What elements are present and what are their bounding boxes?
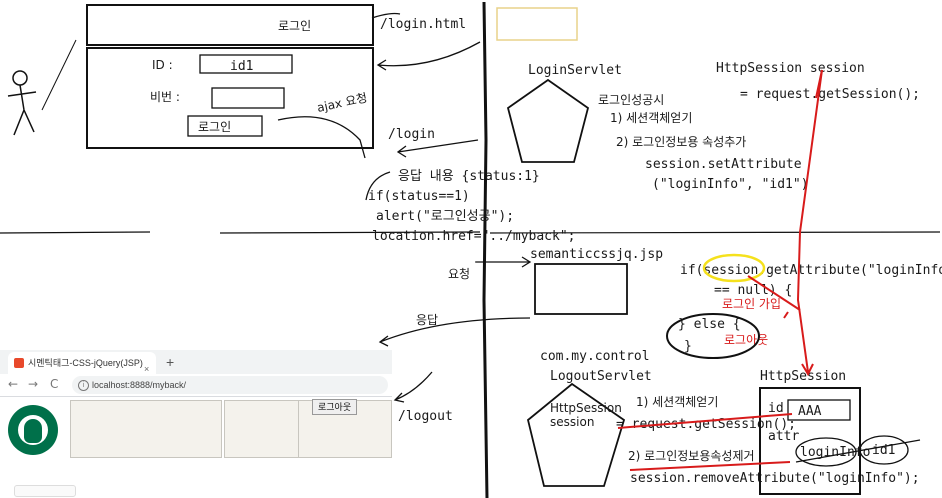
login-form-header-box <box>86 4 374 46</box>
divider-line <box>482 1 489 498</box>
logout-code-2: session.removeAttribute("loginInfo"); <box>630 471 920 486</box>
yellow-note-box <box>496 7 578 41</box>
content-panel-left <box>70 400 222 458</box>
page-viewport: 로그아웃 <box>0 397 392 498</box>
address-bar[interactable]: i localhost:8888/myback/ <box>72 376 388 394</box>
login-step-1: 1) 세션객체얻기 <box>610 111 692 125</box>
site-info-icon[interactable]: i <box>78 380 89 391</box>
new-tab-button[interactable]: + <box>166 354 174 370</box>
login-form-title: 로그인 <box>278 19 311 33</box>
session-code-line-1: HttpSession session <box>716 61 865 76</box>
id-value: id1 <box>230 59 253 74</box>
favicon-icon <box>14 358 24 368</box>
semantic-close: } <box>684 339 692 354</box>
address-url: localhost:8888/myback/ <box>92 380 187 390</box>
back-arrow-icon[interactable]: ← <box>8 377 18 391</box>
session-code-line-2: = request.getSession(); <box>740 87 920 102</box>
content-panel-middle <box>224 400 302 458</box>
response-line-4: location.href="../myback"; <box>372 229 576 244</box>
label-login-html: /login.html <box>380 17 466 32</box>
browser-toolbar: ← → C i localhost:8888/myback/ <box>0 374 392 397</box>
semantic-else: } else { <box>678 317 741 332</box>
logo-siren <box>24 419 42 443</box>
starbucks-logo <box>8 405 58 455</box>
semantic-logout-note: 로그아웃 <box>724 333 768 347</box>
login-button-label: 로그인 <box>198 120 231 134</box>
label-logout-url: /logout <box>398 409 453 424</box>
logout-button[interactable]: 로그아웃 <box>312 399 358 415</box>
semantic-jsp-box <box>534 263 628 315</box>
pw-label: 비번 : <box>150 90 180 104</box>
footer-stub <box>14 485 76 497</box>
user-stick-figure <box>7 39 77 136</box>
login-servlet-name: LoginServlet <box>528 63 622 78</box>
response-line-1: 응답 내용 {status:1} <box>398 169 540 184</box>
session-box-id-label: id <box>768 401 784 416</box>
label-login-url: /login <box>388 127 435 142</box>
label-response: 응답 <box>416 313 438 327</box>
session-box-title: HttpSession <box>760 369 846 384</box>
login-code-1: session.setAttribute <box>645 157 802 172</box>
login-on-success: 로그인성공시 <box>598 93 664 107</box>
response-line-2: if(status==1) <box>368 189 470 204</box>
browser-tab[interactable]: 시멘틱태그-CSS-jQuery(JSP) × <box>8 352 156 374</box>
pw-input-sketch <box>211 87 285 109</box>
label-request: 요청 <box>448 267 470 281</box>
forward-arrow-icon[interactable]: → <box>28 377 38 391</box>
label-ajax-request: ajax 요청 <box>316 91 369 115</box>
semantic-login-note: 로그인 가입 <box>722 297 781 311</box>
semantic-jsp-line-2: == null) { <box>714 283 792 298</box>
session-box-id-value: AAA <box>798 404 822 419</box>
login-code-2: ("loginInfo", "id1") <box>652 177 809 192</box>
logout-inner-1: HttpSession <box>550 401 622 415</box>
logout-step-1: 1) 세션객체얻기 <box>636 395 718 409</box>
semantic-jsp-name: semanticcssjq.jsp <box>530 247 663 262</box>
response-line-3: alert("로그인성공"); <box>376 209 514 224</box>
session-box-attr-label: attr <box>768 429 799 444</box>
browser-window: 시멘틱태그-CSS-jQuery(JSP) × + ← → C i localh… <box>0 350 392 498</box>
semantic-jsp-line-1: if(session.getAttribute("loginInfo") <box>680 263 942 278</box>
login-servlet-pentagon <box>506 78 590 163</box>
logout-step-2: 2) 로그인정보용속성제거 <box>628 449 755 463</box>
logout-inner-2: session <box>550 415 594 429</box>
reload-icon[interactable]: C <box>50 377 58 391</box>
logout-package: com.my.control <box>540 349 650 364</box>
id-label: ID : <box>152 58 173 72</box>
logout-servlet-name: LogoutServlet <box>550 369 652 384</box>
browser-tab-title: 시멘틱태그-CSS-jQuery(JSP) <box>28 358 143 368</box>
login-step-2: 2) 로그인정보용 속성추가 <box>616 135 746 149</box>
logout-servlet-pentagon <box>526 382 626 487</box>
